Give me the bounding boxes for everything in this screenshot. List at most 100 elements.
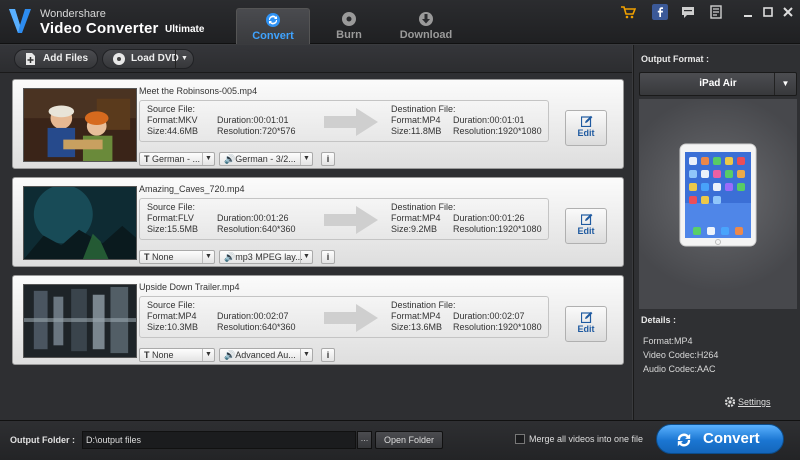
output-format-label: Output Format : bbox=[641, 54, 709, 64]
dvd-icon bbox=[113, 53, 125, 65]
browse-button[interactable]: … bbox=[357, 431, 372, 449]
source-format: Format:MKV bbox=[147, 115, 198, 125]
file-name: Amazing_Caves_720.mp4 bbox=[139, 184, 245, 194]
edit-icon bbox=[581, 115, 593, 127]
video-thumbnail bbox=[23, 186, 137, 260]
merge-checkbox[interactable] bbox=[515, 434, 525, 444]
destination-label: Destination File: bbox=[391, 202, 456, 212]
edit-icon bbox=[581, 213, 593, 225]
audio-value: mp3 MPEG lay... bbox=[235, 252, 303, 262]
maximize-icon[interactable] bbox=[760, 4, 776, 20]
load-dvd-button[interactable]: Load DVD ▼ bbox=[102, 49, 194, 69]
subtitle-value: None bbox=[152, 350, 174, 360]
subtitle-select[interactable]: T None ▼ bbox=[139, 250, 215, 264]
chevron-down-icon: ▼ bbox=[202, 153, 214, 165]
title-bar: Wondershare Video Converter Ultimate Con… bbox=[0, 0, 800, 44]
subtitle-value: None bbox=[152, 252, 174, 262]
chat-icon[interactable] bbox=[680, 4, 696, 20]
gear-icon bbox=[724, 396, 736, 408]
edit-button[interactable]: Edit bbox=[565, 110, 607, 146]
subtitle-icon: T bbox=[144, 252, 152, 262]
chevron-down-icon: ▼ bbox=[300, 153, 312, 165]
ipad-device-image bbox=[679, 143, 757, 247]
source-format: Format:FLV bbox=[147, 213, 194, 223]
destination-label: Destination File: bbox=[391, 300, 456, 310]
open-folder-button[interactable]: Open Folder bbox=[375, 431, 443, 449]
brand-edition: Ultimate bbox=[165, 24, 205, 35]
brand-product: Video Converter bbox=[40, 20, 159, 37]
file-item-2[interactable]: Amazing_Caves_720.mp4 Source File: Forma… bbox=[12, 177, 624, 267]
file-info-box: Source File: Format:MP4 Size:10.3MB Dura… bbox=[139, 296, 549, 338]
add-files-label: Add Files bbox=[43, 53, 89, 64]
source-duration: Duration:00:01:01 bbox=[217, 115, 289, 125]
tab-download[interactable]: Download bbox=[389, 8, 463, 44]
audio-select[interactable]: 🔊German - 3/2... ▼ bbox=[219, 152, 313, 166]
facebook-icon[interactable] bbox=[652, 4, 668, 20]
file-name: Upside Down Trailer.mp4 bbox=[139, 282, 240, 292]
chevron-down-icon: ▼ bbox=[300, 251, 312, 263]
source-label: Source File: bbox=[147, 300, 196, 310]
edit-button[interactable]: Edit bbox=[565, 208, 607, 244]
subtitle-select[interactable]: T None ▼ bbox=[139, 348, 215, 362]
close-icon[interactable] bbox=[780, 4, 796, 20]
burn-icon bbox=[342, 12, 356, 26]
source-resolution: Resolution:720*576 bbox=[217, 126, 296, 136]
settings-link[interactable]: Settings bbox=[724, 396, 771, 408]
add-files-button[interactable]: Add Files bbox=[14, 49, 98, 69]
subtitle-select[interactable]: T German - ... ▼ bbox=[139, 152, 215, 166]
chevron-down-icon: ▼ bbox=[202, 349, 214, 361]
convert-button[interactable]: Convert bbox=[656, 424, 784, 454]
destination-size: Size:9.2MB bbox=[391, 224, 438, 234]
edit-label: Edit bbox=[577, 324, 595, 334]
convert-icon bbox=[677, 433, 691, 447]
add-files-icon bbox=[26, 53, 35, 65]
video-thumbnail bbox=[23, 284, 137, 358]
audio-icon: 🔊 bbox=[224, 252, 236, 262]
info-button[interactable]: i bbox=[321, 348, 335, 362]
device-preview bbox=[639, 99, 797, 309]
source-duration: Duration:00:02:07 bbox=[217, 311, 289, 321]
chevron-down-icon: ▼ bbox=[300, 349, 312, 361]
minimize-icon[interactable] bbox=[740, 4, 756, 20]
file-item-1[interactable]: Meet the Robinsons-005.mp4 Source File: … bbox=[12, 79, 624, 169]
info-icon: i bbox=[326, 252, 330, 262]
output-folder-label: Output Folder : bbox=[10, 435, 75, 445]
detail-audio-codec: Audio Codec:AAC bbox=[643, 364, 716, 374]
edit-button[interactable]: Edit bbox=[565, 306, 607, 342]
source-resolution: Resolution:640*360 bbox=[217, 224, 296, 234]
arrow-right-icon bbox=[324, 304, 378, 332]
destination-duration: Duration:00:01:01 bbox=[453, 115, 525, 125]
audio-select[interactable]: 🔊mp3 MPEG lay... ▼ bbox=[219, 250, 313, 264]
tab-convert[interactable]: Convert bbox=[236, 8, 310, 44]
source-size: Size:44.6MB bbox=[147, 126, 199, 136]
output-format-select[interactable]: iPad Air ▼ bbox=[639, 72, 797, 96]
info-button[interactable]: i bbox=[321, 250, 335, 264]
tab-burn[interactable]: Burn bbox=[312, 8, 386, 44]
merge-label: Merge all videos into one file bbox=[529, 434, 644, 444]
destination-resolution: Resolution:1920*1080 bbox=[453, 126, 542, 136]
source-size: Size:15.5MB bbox=[147, 224, 199, 234]
toolbar: Add Files Load DVD ▼ bbox=[0, 45, 632, 73]
output-folder-input[interactable]: D:\output files bbox=[82, 431, 356, 449]
details-label: Details : bbox=[641, 315, 677, 325]
source-duration: Duration:00:01:26 bbox=[217, 213, 289, 223]
info-button[interactable]: i bbox=[321, 152, 335, 166]
edit-icon bbox=[581, 311, 593, 323]
output-format-value: iPad Air bbox=[699, 78, 737, 89]
edit-label: Edit bbox=[577, 226, 595, 236]
brand-company: Wondershare bbox=[40, 8, 106, 20]
cart-icon[interactable] bbox=[620, 4, 636, 20]
audio-select[interactable]: 🔊Advanced Au... ▼ bbox=[219, 348, 313, 362]
detail-format: Format:MP4 bbox=[643, 336, 693, 346]
tab-download-label: Download bbox=[399, 29, 453, 41]
register-icon[interactable] bbox=[708, 4, 724, 20]
file-list: Meet the Robinsons-005.mp4 Source File: … bbox=[0, 73, 632, 420]
output-panel: Output Format : iPad Air ▼ Details : For… bbox=[633, 45, 800, 420]
chevron-down-icon[interactable]: ▼ bbox=[175, 50, 193, 68]
file-item-3[interactable]: Upside Down Trailer.mp4 Source File: For… bbox=[12, 275, 624, 365]
settings-label: Settings bbox=[738, 397, 771, 407]
file-name: Meet the Robinsons-005.mp4 bbox=[139, 86, 258, 96]
bottom-bar: Output Folder : D:\output files … Open F… bbox=[0, 420, 800, 460]
detail-video-codec: Video Codec:H264 bbox=[643, 350, 719, 360]
audio-value: German - 3/2... bbox=[235, 154, 296, 164]
